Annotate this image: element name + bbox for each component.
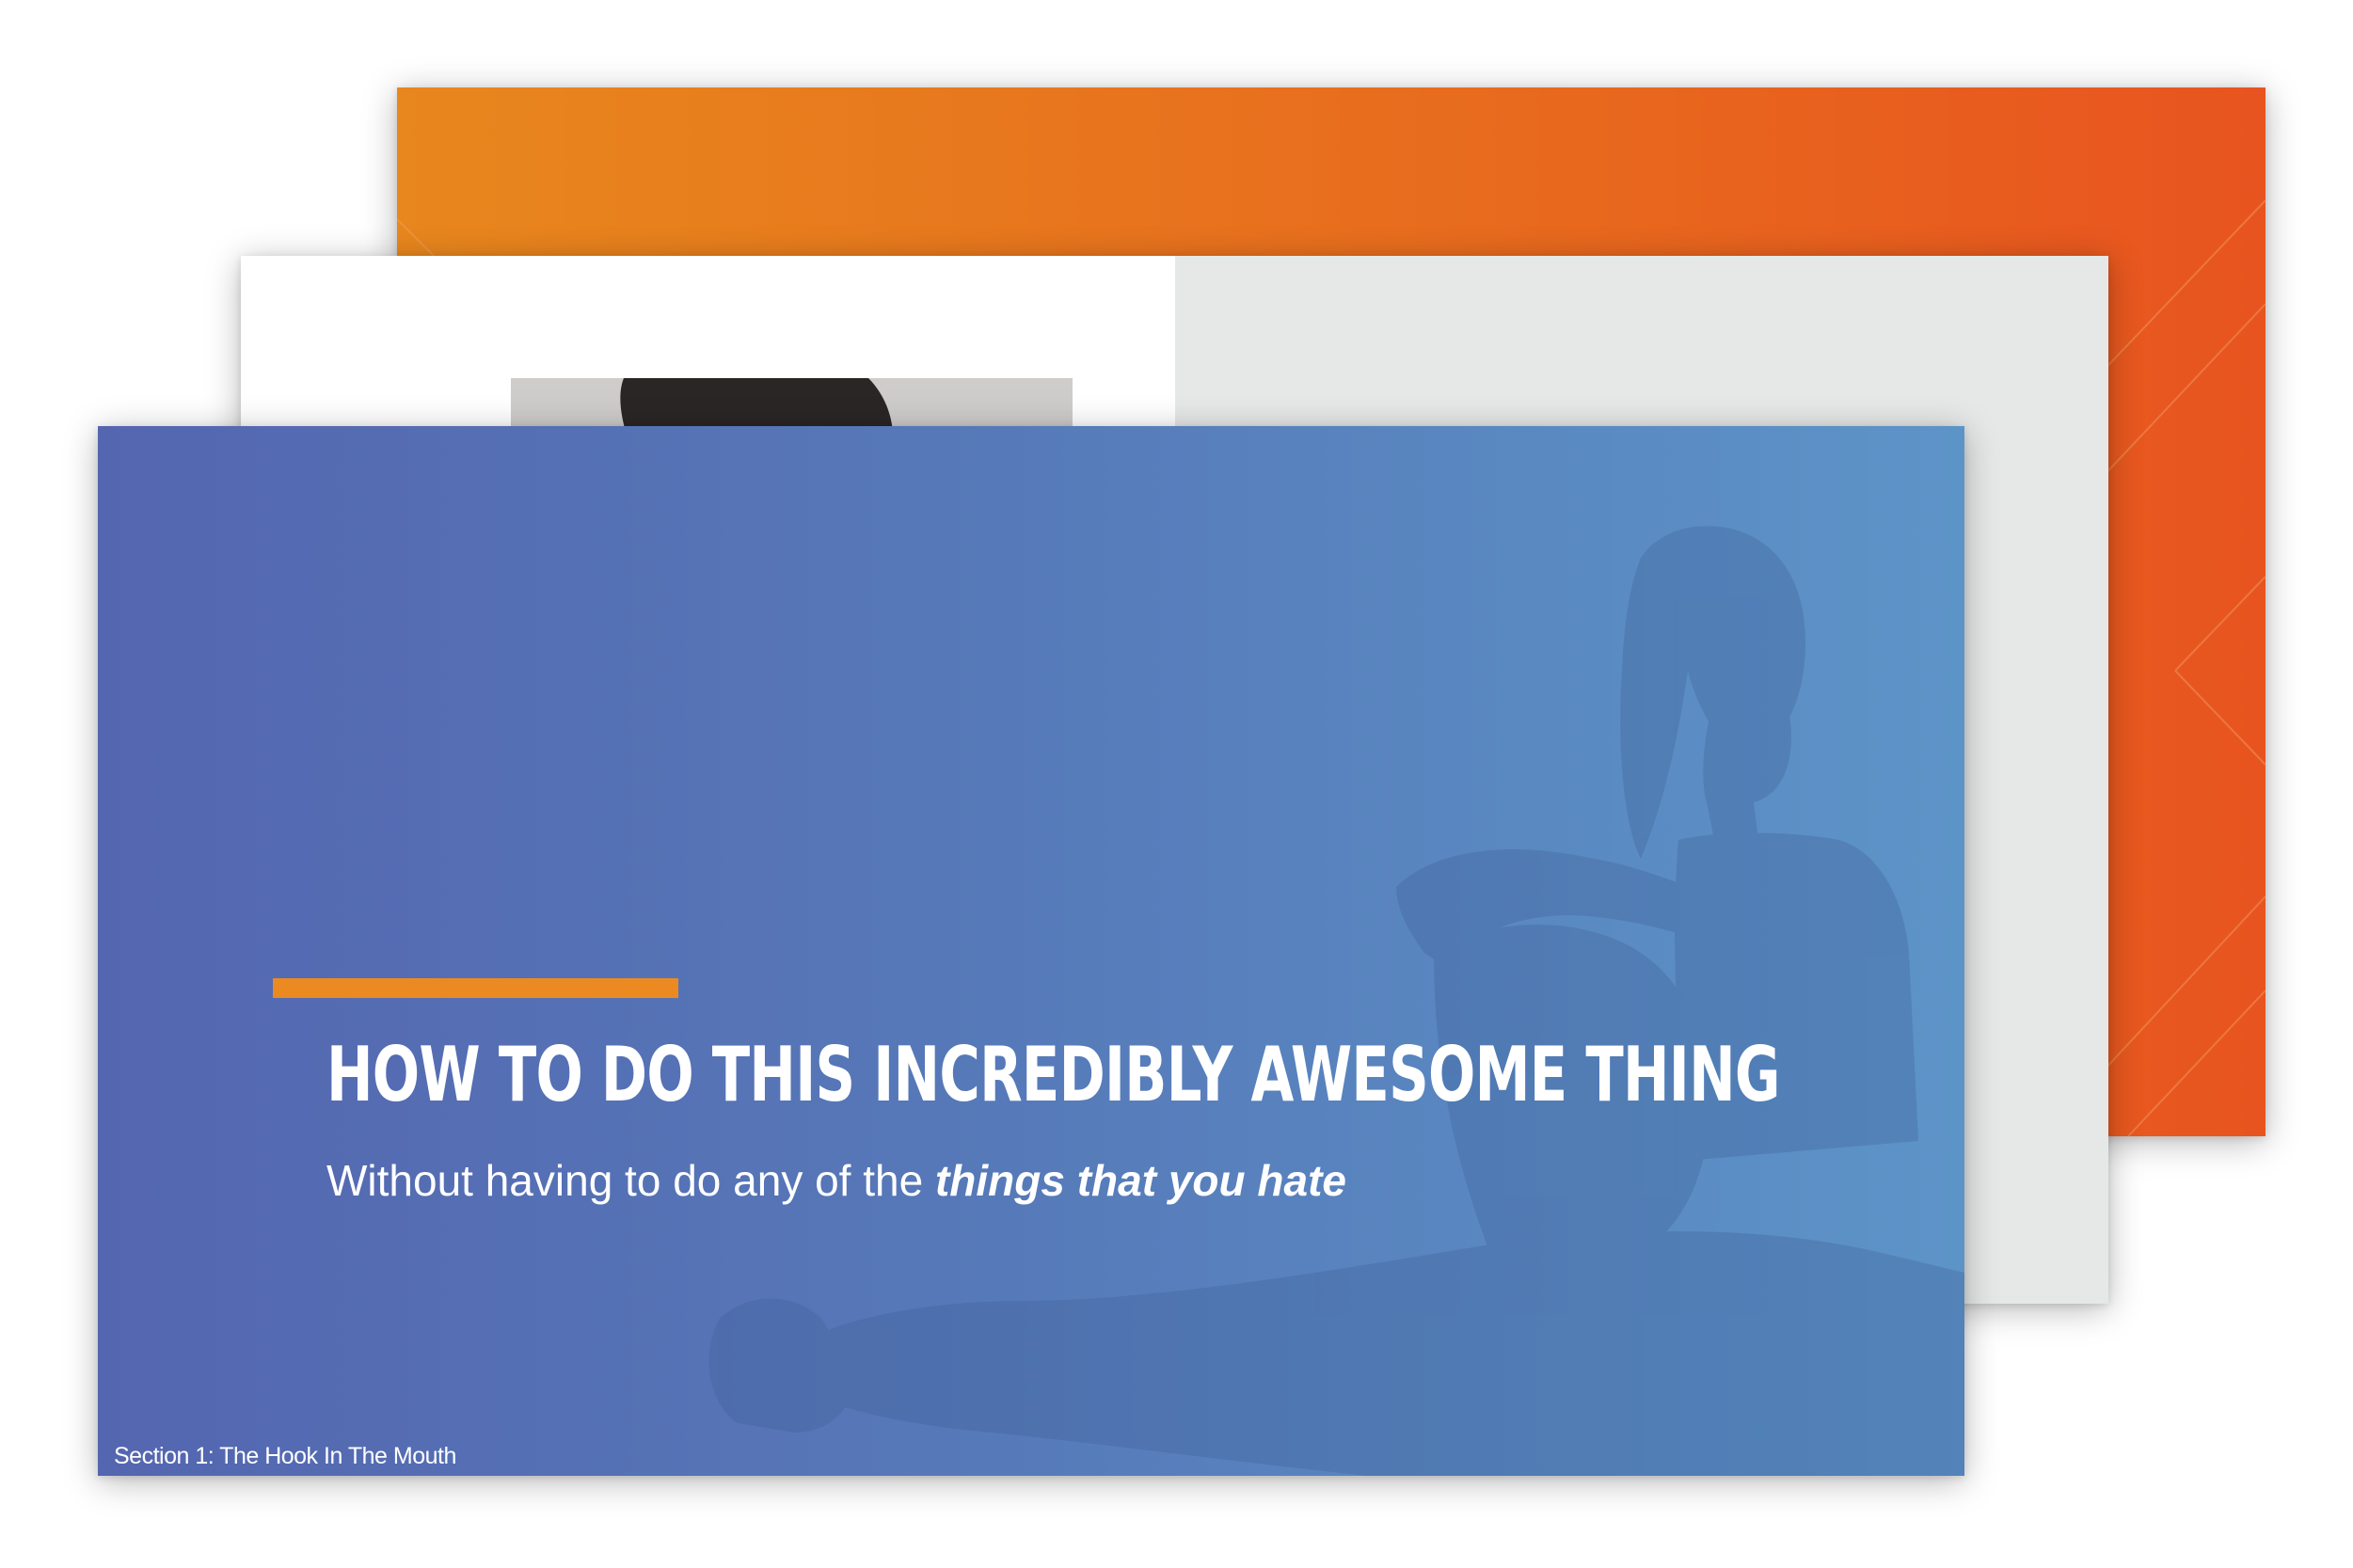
slide-title-front: HOW TO DO THIS INCREDIBLY AWESOME THING … xyxy=(98,426,1964,1476)
athlete-photo-overlay xyxy=(708,526,1964,1476)
accent-bar xyxy=(273,978,678,998)
section-footer: Section 1: The Hook In The Mouth xyxy=(114,1443,456,1469)
slide-title: HOW TO DO THIS INCREDIBLY AWESOME THING xyxy=(326,1031,1780,1118)
slide-stack: HOW TO DO THIS INCREDIBLY AWESOME THING … xyxy=(0,0,2353,1568)
slide-subtitle: Without having to do any of the things t… xyxy=(326,1152,1346,1209)
subtitle-text: Without having to do any of the xyxy=(326,1156,935,1205)
subtitle-emphasis: things that you hate xyxy=(934,1156,1346,1205)
